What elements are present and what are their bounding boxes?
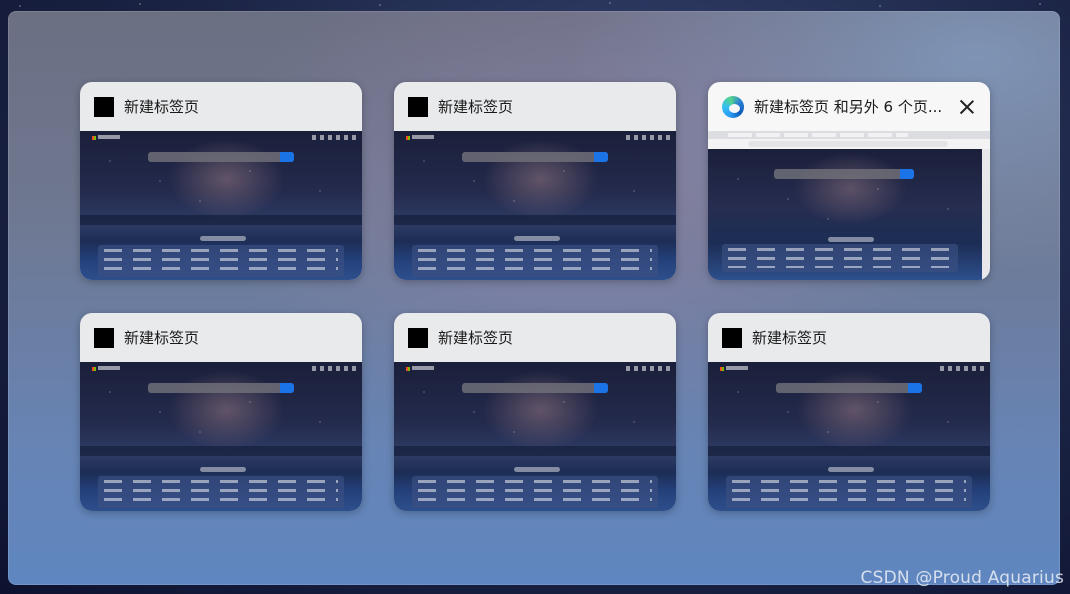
window-thumbnail — [80, 131, 362, 280]
window-card[interactable]: 新建标签页 — [80, 82, 362, 280]
window-thumbnail — [80, 362, 362, 511]
window-card-header: 新建标签页 和另外 6 个页... — [708, 82, 990, 131]
window-title: 新建标签页 — [438, 329, 514, 347]
edge-browser-icon — [722, 95, 744, 118]
app-icon — [408, 96, 428, 117]
window-title: 新建标签页 和另外 6 个页... — [754, 98, 943, 116]
window-card[interactable]: 新建标签页 — [80, 313, 362, 511]
window-thumbnail — [708, 362, 990, 511]
window-card-header: 新建标签页 — [80, 313, 362, 362]
window-card[interactable]: 新建标签页 — [708, 313, 990, 511]
app-icon — [408, 327, 428, 348]
window-thumbnail — [394, 131, 676, 280]
close-window-button[interactable] — [956, 96, 978, 118]
window-card-header: 新建标签页 — [708, 313, 990, 362]
window-card-active[interactable]: 新建标签页 和另外 6 个页... — [708, 82, 990, 280]
window-card-header: 新建标签页 — [394, 313, 676, 362]
window-card[interactable]: 新建标签页 — [394, 82, 676, 280]
window-card[interactable]: 新建标签页 — [394, 313, 676, 511]
task-view-overlay: 新建标签页 新建标签页 新建标签页 和另外 6 个页... 新建标签页 新建标签… — [8, 11, 1060, 585]
window-title: 新建标签页 — [752, 329, 828, 347]
window-thumbnail — [708, 131, 990, 280]
watermark-text: CSDN @Proud Aquarius — [860, 568, 1064, 588]
app-icon — [94, 96, 114, 117]
app-icon — [94, 327, 114, 348]
window-title: 新建标签页 — [124, 98, 200, 116]
window-title: 新建标签页 — [124, 329, 200, 347]
app-icon — [722, 327, 742, 348]
window-thumbnail — [394, 362, 676, 511]
window-card-header: 新建标签页 — [394, 82, 676, 131]
window-card-header: 新建标签页 — [80, 82, 362, 131]
window-title: 新建标签页 — [438, 98, 514, 116]
